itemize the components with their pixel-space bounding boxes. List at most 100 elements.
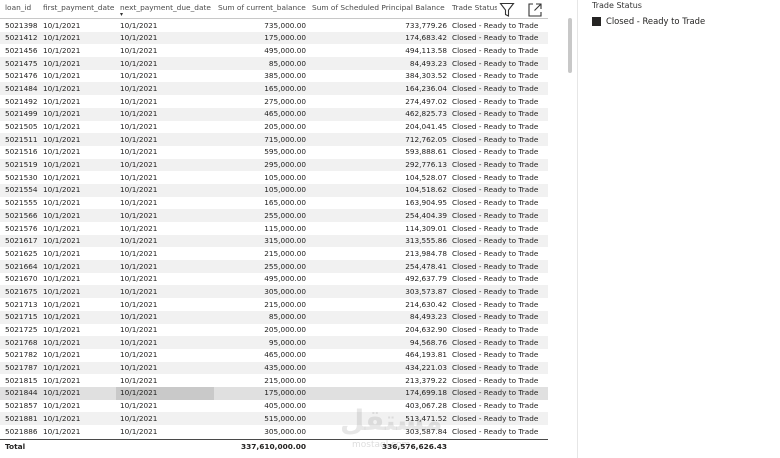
cell-next-payment-due-date: 10/1/2021: [120, 45, 158, 55]
table-row[interactable]: 5021768 10/1/2021 10/1/2021 95,000.00 94,568…: [0, 336, 548, 349]
table-row[interactable]: 5021725 10/1/2021 10/1/2021 205,000.00 204,6…: [0, 324, 548, 337]
cell-sum-current-balance: 105,000.00: [264, 185, 306, 195]
table-row[interactable]: 5021576 10/1/2021 10/1/2021 115,000.00 114,3…: [0, 222, 548, 235]
cell-first-payment-date: 10/1/2021: [43, 312, 81, 322]
table-row[interactable]: 5021476 10/1/2021 10/1/2021 385,000.00 384,3…: [0, 70, 548, 83]
cell-sum-current-balance: 255,000.00: [264, 210, 306, 220]
table-row[interactable]: 5021516 10/1/2021 10/1/2021 595,000.00 593,8…: [0, 146, 548, 159]
cell-sum-current-balance: 175,000.00: [264, 388, 306, 398]
table-row[interactable]: 5021492 10/1/2021 10/1/2021 275,000.00 274,4…: [0, 95, 548, 108]
cell-sum-scheduled-principal-balance: 494,113.58: [405, 45, 447, 55]
table-row[interactable]: 5021664 10/1/2021 10/1/2021 255,000.00 254,4…: [0, 260, 548, 273]
cell-sum-scheduled-principal-balance: 303,573.87: [405, 286, 447, 296]
cell-trade-status: Closed - Ready to Trade: [452, 363, 539, 373]
table-row[interactable]: 5021505 10/1/2021 10/1/2021 205,000.00 204,0…: [0, 121, 548, 134]
cell-first-payment-date: 10/1/2021: [43, 83, 81, 93]
cell-first-payment-date: 10/1/2021: [43, 325, 81, 334]
table-row[interactable]: 5021782 10/1/2021 10/1/2021 465,000.00 464,1…: [0, 349, 548, 362]
cell-sum-current-balance: 295,000.00: [264, 160, 306, 170]
table-row[interactable]: 5021530 10/1/2021 10/1/2021 105,000.00 104,5…: [0, 171, 548, 184]
cell-first-payment-date: 10/1/2021: [43, 109, 81, 119]
cell-loan-id: 5021844: [5, 388, 38, 398]
cell-loan-id: 5021476: [5, 71, 38, 81]
scrollbar-thumb[interactable]: [568, 18, 572, 73]
column-header-first-payment-date[interactable]: first_payment_date: [43, 3, 114, 12]
table-row[interactable]: 5021412 10/1/2021 10/1/2021 175,000.00 174,6…: [0, 31, 548, 45]
table-row[interactable]: 5021886 10/1/2021 10/1/2021 305,000.00 303,5…: [0, 425, 548, 438]
table-row[interactable]: 5021484 10/1/2021 10/1/2021 165,000.00 164,2…: [0, 82, 548, 96]
table-row[interactable]: 5021499 10/1/2021 10/1/2021 465,000.00 462,8…: [0, 107, 548, 121]
table-row[interactable]: 5021555 10/1/2021 10/1/2021 165,000.00 163,9…: [0, 197, 548, 210]
cell-sum-current-balance: 465,000.00: [264, 350, 306, 360]
total-sum-current-balance: 337,610,000.00: [241, 442, 306, 451]
table-row[interactable]: 5021815 10/1/2021 10/1/2021 215,000.00 213,3…: [0, 374, 548, 387]
filter-icon[interactable]: [499, 2, 515, 18]
visual-divider: [577, 0, 578, 458]
cell-sum-scheduled-principal-balance: 84,493.23: [409, 58, 447, 68]
table-row[interactable]: 5021511 10/1/2021 10/1/2021 715,000.00 712,7…: [0, 133, 548, 146]
table-row[interactable]: 5021456 10/1/2021 10/1/2021 495,000.00 494,1…: [0, 44, 548, 57]
cell-sum-scheduled-principal-balance: 213,984.78: [405, 248, 447, 258]
cell-trade-status: Closed - Ready to Trade: [452, 312, 539, 322]
cell-trade-status: Closed - Ready to Trade: [452, 96, 539, 106]
cell-loan-id: 5021505: [5, 122, 38, 131]
cell-first-payment-date: 10/1/2021: [43, 210, 81, 220]
column-header-next-payment-due-date[interactable]: next_payment_due_date: [120, 3, 211, 12]
table-row[interactable]: 5021675 10/1/2021 10/1/2021 305,000.00 303,5…: [0, 285, 548, 299]
column-header-trade-status[interactable]: Trade Status: [452, 3, 498, 12]
cell-next-payment-due-date: 10/1/2021: [120, 33, 158, 43]
cell-trade-status: Closed - Ready to Trade: [452, 248, 539, 258]
cell-first-payment-date: 10/1/2021: [43, 426, 81, 436]
cell-sum-current-balance: 465,000.00: [264, 109, 306, 119]
column-header-sum-current-balance[interactable]: Sum of current_balance: [218, 3, 306, 12]
cell-first-payment-date: 10/1/2021: [43, 198, 81, 208]
table-row[interactable]: 5021857 10/1/2021 10/1/2021 405,000.00 403,0…: [0, 400, 548, 413]
table-row[interactable]: 5021715 10/1/2021 10/1/2021 85,000.00 84,493…: [0, 310, 548, 324]
cell-loan-id: 5021456: [5, 45, 38, 55]
cell-next-payment-due-date: 10/1/2021: [120, 388, 158, 398]
cell-next-payment-due-date: 10/1/2021: [120, 71, 158, 81]
table-row[interactable]: 5021554 10/1/2021 10/1/2021 105,000.00 104,5…: [0, 183, 548, 197]
table-row[interactable]: 5021617 10/1/2021 10/1/2021 315,000.00 313,5…: [0, 234, 548, 248]
table-row[interactable]: 5021519 10/1/2021 10/1/2021 295,000.00 292,7…: [0, 158, 548, 172]
cell-loan-id: 5021664: [5, 261, 38, 271]
cell-loan-id: 5021576: [5, 223, 38, 233]
table-row[interactable]: 5021844 10/1/2021 10/1/2021 175,000.00 174,6…: [0, 386, 548, 400]
table-row[interactable]: 5021398 10/1/2021 10/1/2021 735,000.00 733,7…: [0, 19, 548, 32]
cell-sum-current-balance: 305,000.00: [264, 426, 306, 436]
table-row[interactable]: 5021566 10/1/2021 10/1/2021 255,000.00 254,4…: [0, 209, 548, 222]
cell-loan-id: 5021475: [5, 58, 38, 68]
table-row[interactable]: 5021475 10/1/2021 10/1/2021 85,000.00 84,493…: [0, 57, 548, 70]
table-row[interactable]: 5021881 10/1/2021 10/1/2021 515,000.00 513,4…: [0, 412, 548, 425]
cell-sum-scheduled-principal-balance: 163,904.95: [405, 198, 447, 208]
cell-next-payment-due-date: 10/1/2021: [120, 413, 158, 423]
cell-loan-id: 5021519: [5, 160, 38, 170]
table-row[interactable]: 5021787 10/1/2021 10/1/2021 435,000.00 434,2…: [0, 361, 548, 375]
slicer-title: Trade Status: [592, 1, 642, 10]
cell-first-payment-date: 10/1/2021: [43, 375, 81, 385]
cell-loan-id: 5021499: [5, 109, 38, 119]
cell-loan-id: 5021492: [5, 96, 38, 106]
cell-sum-current-balance: 435,000.00: [264, 363, 306, 373]
column-header-loan-id[interactable]: loan_id: [5, 3, 31, 12]
cell-sum-current-balance: 495,000.00: [264, 45, 306, 55]
cell-loan-id: 5021857: [5, 401, 38, 411]
sort-descending-icon[interactable]: ▾: [120, 11, 123, 18]
focus-mode-icon[interactable]: [527, 2, 543, 18]
column-header-sum-scheduled-principal-balance[interactable]: Sum of Scheduled Principal Balance: [312, 3, 445, 12]
table-row[interactable]: 5021625 10/1/2021 10/1/2021 215,000.00 213,9…: [0, 247, 548, 260]
cell-sum-current-balance: 205,000.00: [264, 325, 306, 334]
cell-sum-scheduled-principal-balance: 733,779.26: [405, 20, 447, 30]
cell-sum-current-balance: 315,000.00: [264, 236, 306, 246]
cell-sum-current-balance: 715,000.00: [264, 134, 306, 144]
slicer-checkbox[interactable]: [592, 17, 601, 26]
table-row[interactable]: 5021670 10/1/2021 10/1/2021 495,000.00 492,6…: [0, 273, 548, 286]
cell-next-payment-due-date: 10/1/2021: [120, 172, 158, 182]
cell-loan-id: 5021713: [5, 299, 38, 309]
cell-sum-current-balance: 735,000.00: [264, 20, 306, 30]
table-row[interactable]: 5021713 10/1/2021 10/1/2021 215,000.00 214,6…: [0, 298, 548, 311]
cell-first-payment-date: 10/1/2021: [43, 45, 81, 55]
cell-loan-id: 5021670: [5, 274, 38, 284]
cell-loan-id: 5021566: [5, 210, 38, 220]
cell-trade-status: Closed - Ready to Trade: [452, 33, 539, 43]
